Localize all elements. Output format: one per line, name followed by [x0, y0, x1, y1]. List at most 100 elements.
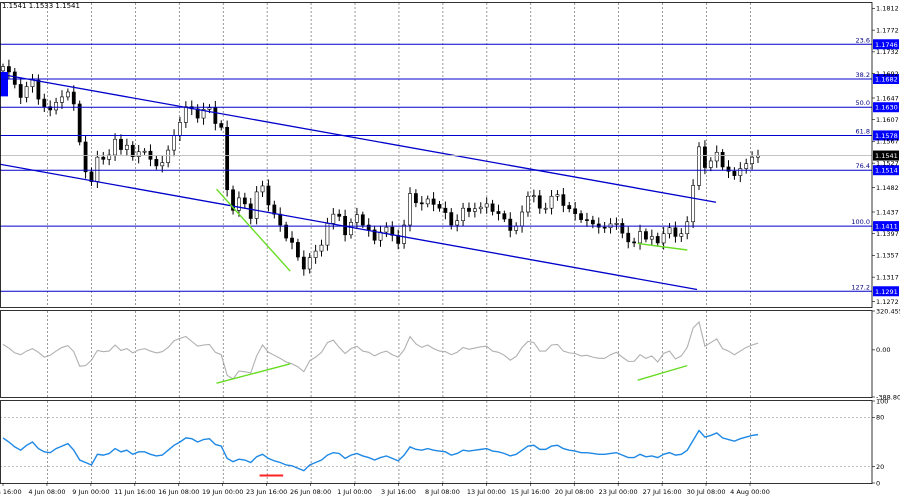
candle-body: [502, 213, 507, 220]
chart-start-marker: [0, 71, 8, 97]
candle-body: [278, 213, 283, 226]
candle-body: [6, 66, 11, 73]
candle-body: [213, 107, 218, 124]
price-axis-tick-label: 1.1357: [876, 252, 899, 260]
candle-body: [644, 231, 648, 240]
candle-body: [71, 91, 76, 105]
candle-body: [296, 242, 300, 258]
candle-body: [437, 204, 442, 209]
candle-body: [467, 207, 471, 212]
candle-body: [531, 195, 536, 198]
candle-body: [514, 225, 519, 231]
candle-body: [284, 224, 289, 239]
pane-frame: [0, 400, 873, 484]
candle-body: [667, 227, 672, 235]
price-axis-tick-label: 1.1567: [876, 138, 899, 146]
candle-body: [54, 102, 58, 111]
candle-body: [638, 231, 642, 244]
candle-body: [750, 156, 755, 164]
candle-body: [691, 185, 696, 223]
x-axis-tick-label: 20 Jul 08:00: [555, 488, 594, 496]
pane-frame: [0, 310, 873, 398]
fib-levels: 23.61.174638.21.168250.01.163061.81.1578…: [0, 36, 899, 297]
fib-level-pct: 100.0: [851, 218, 870, 226]
candle-body: [732, 170, 737, 176]
candle-body: [119, 138, 123, 150]
x-axis-tick-label: 1 Jul 00:00: [337, 488, 372, 496]
candle-body: [219, 123, 224, 128]
x-axis-tick-label: 8 Jul 08:00: [425, 488, 460, 496]
channel-upper-line: [0, 73, 717, 203]
candle-body: [237, 197, 241, 211]
indicator-1-line: [2, 320, 759, 380]
candle-body: [561, 194, 566, 206]
candle-body: [154, 159, 159, 167]
candle-body: [95, 156, 100, 182]
x-axis-tick-label: 16 Jun 08:00: [158, 488, 199, 496]
candle-body: [77, 103, 82, 143]
candle-body: [337, 213, 342, 217]
x-axis: 1 Jun 16:00 4 Jun 08:00 9 Jun 00:00 11 Jun …: [0, 483, 770, 496]
candles: [1, 59, 760, 276]
candle-body: [632, 241, 637, 244]
candle-body: [178, 122, 182, 136]
candle-body: [260, 185, 265, 193]
candle-body: [526, 195, 530, 213]
candle-body: [313, 250, 318, 258]
candle-body: [331, 213, 336, 224]
candle-body: [419, 202, 424, 205]
candle-body: [590, 219, 595, 225]
candle-body: [620, 223, 625, 234]
price-axis-tick-label: 1.1482: [876, 184, 899, 192]
fib-level-pct: 61.8: [856, 127, 870, 135]
x-axis-tick-label: 30 Jul 08:00: [687, 488, 726, 496]
price-axis-tick-label: 1.1397: [876, 230, 899, 238]
indicator-2-axis-tick-label: 0: [876, 479, 880, 487]
price-axis-tick-label: 1.1692: [876, 70, 899, 78]
candle-body: [402, 224, 406, 244]
x-axis-tick-label: 4 Jun 08:00: [28, 488, 65, 496]
indicator-2-line: [2, 429, 759, 472]
candle-body: [714, 151, 719, 162]
candle-body: [248, 203, 253, 219]
fib-level-pct: 50.0: [856, 99, 870, 107]
candle-body: [130, 144, 135, 157]
indicator-2-axis-tick-label: 20: [876, 463, 884, 471]
candle-body: [225, 127, 230, 191]
candle-body: [655, 236, 660, 244]
price-axis-tick-label: 1.1317: [876, 273, 899, 281]
candle-body: [484, 203, 489, 208]
candle-body: [124, 144, 129, 150]
candle-body: [18, 84, 23, 98]
candle-body: [408, 193, 412, 226]
price-axis-tick-label: 1.1647: [876, 94, 899, 102]
candle-body: [431, 198, 436, 205]
candle-body: [301, 256, 306, 270]
indicator-1-axis-tick-label: 320.4558: [876, 307, 900, 315]
candle-body: [520, 211, 524, 227]
candle-body: [738, 168, 743, 176]
candle-body: [101, 156, 106, 160]
candle-body: [242, 197, 247, 205]
candle-body: [30, 79, 35, 87]
candle-body: [579, 213, 583, 220]
candle-body: [113, 138, 117, 156]
candle-body: [490, 203, 495, 212]
price-axis-tick-label: 1.1732: [876, 48, 899, 56]
candle-body: [207, 107, 212, 110]
candle-body: [626, 232, 631, 243]
candle-body: [567, 205, 572, 210]
price-axis-tick-label: 1.1607: [876, 116, 899, 124]
candle-body: [649, 236, 654, 240]
candle-body: [555, 194, 560, 197]
indicator-1-axis-tick-label: 0.00: [876, 346, 890, 354]
x-axis-tick-label: 3 Jul 16:00: [381, 488, 416, 496]
candle-body: [142, 150, 147, 153]
candle-body: [720, 151, 725, 168]
candle-body: [585, 219, 589, 221]
candle-body: [679, 233, 684, 237]
candle-body: [325, 223, 330, 246]
fib-price-label: 1.1630: [875, 104, 898, 112]
x-axis-tick-label: 9 Jun 00:00: [72, 488, 109, 496]
candle-body: [12, 71, 17, 85]
